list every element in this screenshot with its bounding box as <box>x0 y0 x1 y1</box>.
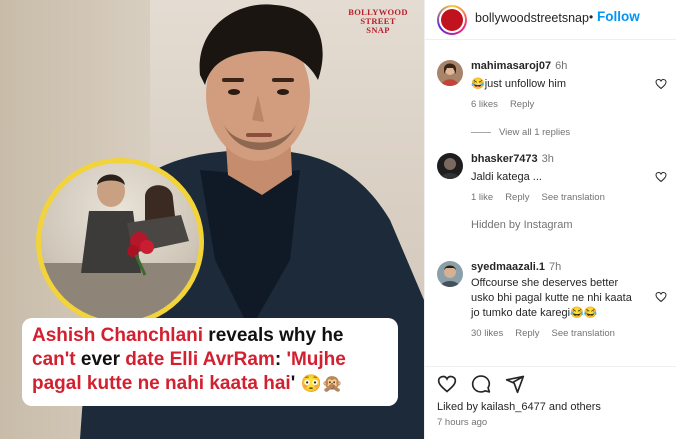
liked-by-and: and <box>545 401 571 413</box>
post-header: bollywoodstreetsnap • Follow <box>425 0 676 40</box>
avatar[interactable] <box>437 60 463 86</box>
post-actions: Liked by kailash_6477 and others 7 hours… <box>425 366 676 439</box>
comment-time: 3h <box>541 153 554 165</box>
headline-text: date Elli AvrRam <box>125 349 275 370</box>
username-text[interactable]: syedmaazali.1 <box>471 261 545 273</box>
view-replies-label[interactable]: View all 1 replies <box>499 127 570 138</box>
post-timestamp: 7 hours ago <box>437 417 488 428</box>
comment-item: mahimasaroj07 6h 😂just unfollow him 6 lik… <box>437 60 669 116</box>
comment-meta: 1 like Reply See translation <box>471 192 617 203</box>
comment-username[interactable]: bhasker7473 3h <box>471 153 554 165</box>
comment-icon[interactable] <box>471 374 491 394</box>
avatar[interactable] <box>437 261 463 287</box>
comment-text-line: Offcourse she deserves better <box>471 277 619 289</box>
headline-text: reveals why he <box>203 325 344 346</box>
reply-button[interactable]: Reply <box>505 192 529 203</box>
comment-text: Jaldi katega ... <box>471 171 542 183</box>
account-username[interactable]: bollywoodstreetsnap <box>475 11 589 25</box>
headline-quote: 'Mujhe <box>286 349 346 370</box>
reply-button[interactable]: Reply <box>515 328 539 339</box>
comment-item: syedmaazali.1 7h Offcourse she deserves b… <box>437 261 669 343</box>
comment-username[interactable]: mahimasaroj07 6h <box>471 60 567 72</box>
comment-meta: 30 likes Reply See translation <box>471 328 627 339</box>
view-replies-button[interactable]: View all 1 replies <box>471 127 570 138</box>
account-avatar[interactable] <box>437 5 467 35</box>
comment-text-line: jo tumko date karegi😂😂 <box>471 307 598 319</box>
headline-emojis: 😳🙊 <box>300 374 343 393</box>
follow-button[interactable]: Follow <box>597 9 640 24</box>
headline-line-2: can't ever date Elli AvrRam: 'Mujhe <box>32 348 388 372</box>
brand-watermark-logo: BOLLYWOOD STREET SNAP <box>346 8 410 35</box>
liked-by-prefix: Liked by <box>437 401 482 413</box>
comment-likes[interactable]: 30 likes <box>471 328 503 339</box>
reply-button[interactable]: Reply <box>510 99 534 110</box>
comment-likes[interactable]: 1 like <box>471 192 493 203</box>
headline-text: : <box>274 349 287 370</box>
username-text[interactable]: mahimasaroj07 <box>471 60 551 72</box>
share-icon[interactable] <box>505 374 525 394</box>
comment-time: 6h <box>555 60 568 72</box>
heart-icon[interactable] <box>437 374 457 394</box>
headline-card: Ashish Chanchlani reveals why he can't e… <box>22 318 398 406</box>
liked-by-line: Liked by kailash_6477 and others <box>437 401 601 413</box>
headline-line-1: Ashish Chanchlani reveals why he <box>32 324 388 348</box>
heart-icon[interactable] <box>655 291 667 303</box>
replies-divider <box>471 131 491 133</box>
inset-couple-photo <box>36 158 204 326</box>
hidden-by-instagram-note: Hidden by Instagram <box>471 219 573 231</box>
see-translation-button[interactable]: See translation <box>541 192 604 203</box>
comment-likes[interactable]: 6 likes <box>471 99 498 110</box>
watermark-line-3: SNAP <box>366 25 390 35</box>
liked-by-user-link[interactable]: kailash_6477 <box>481 401 546 413</box>
headline-text: ' <box>290 373 301 394</box>
couple-illustration <box>41 174 199 321</box>
comment-time: 7h <box>549 261 562 273</box>
account-logo-icon <box>441 9 463 31</box>
comment-item: bhasker7473 3h Jaldi katega ... 1 like Rep… <box>437 153 669 209</box>
separator-dot: • <box>589 10 594 24</box>
headline-line-3: pagal kutte ne nahi kaata hai' 😳🙊 <box>32 372 388 396</box>
see-translation-button[interactable]: See translation <box>552 328 615 339</box>
comment-meta: 6 likes Reply <box>471 99 546 110</box>
headline-text: ever <box>75 349 126 370</box>
comments-panel: bollywoodstreetsnap • Follow mahimasaroj… <box>424 0 676 439</box>
avatar[interactable] <box>437 153 463 179</box>
comment-username[interactable]: syedmaazali.1 7h <box>471 261 561 273</box>
heart-icon[interactable] <box>655 171 667 183</box>
post-image[interactable]: BOLLYWOOD STREET SNAP Ashish Chanchlani … <box>0 0 424 439</box>
headline-text: can't <box>32 349 76 370</box>
heart-icon[interactable] <box>655 78 667 90</box>
headline-name: Ashish Chanchlani <box>32 325 204 346</box>
username-text[interactable]: bhasker7473 <box>471 153 538 165</box>
liked-by-others-link[interactable]: others <box>570 401 601 413</box>
comment-text-line: usko bhi pagal kutte ne nhi kaata <box>471 292 632 304</box>
headline-quote: pagal kutte ne nahi kaata hai <box>32 373 291 394</box>
comment-text: 😂just unfollow him <box>471 78 567 90</box>
